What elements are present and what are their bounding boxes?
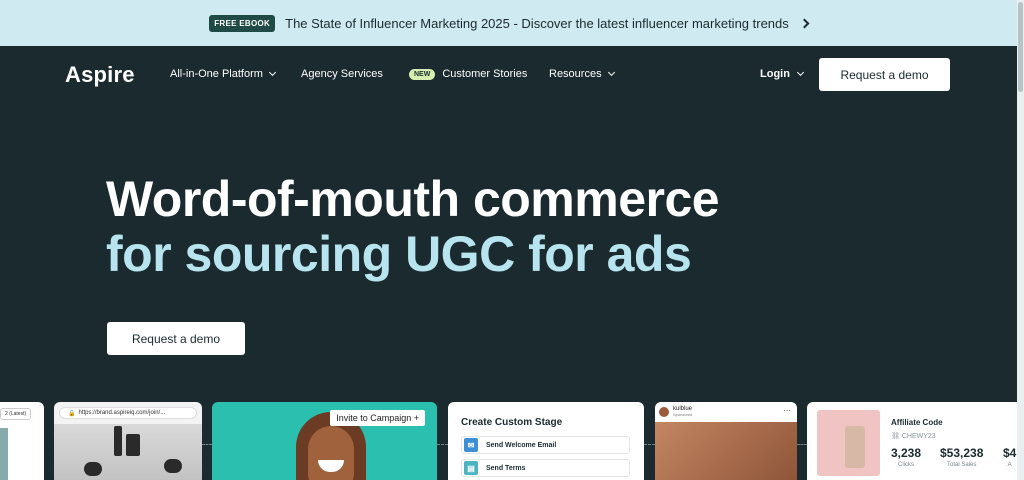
affiliate-title: Affiliate Code <box>891 418 943 427</box>
page-scrollbar[interactable] <box>1017 0 1024 480</box>
chevron-down-icon <box>268 68 276 77</box>
product-image <box>817 410 880 476</box>
url-text: https://brand.aspireiq.com/join/... <box>78 410 166 416</box>
request-demo-button[interactable]: Request a demo <box>819 58 950 91</box>
connector-line <box>797 444 807 445</box>
stage-row-welcome-email: ✉ Send Welcome Email <box>461 436 630 454</box>
nav-agency-services[interactable]: Agency Services <box>301 68 383 80</box>
login-menu[interactable]: Login <box>760 68 804 80</box>
stat-average: $4 A <box>1003 446 1017 468</box>
connector-line <box>202 444 212 445</box>
more-options-icon: ··· <box>783 406 791 415</box>
product-photo <box>54 424 202 480</box>
preview-card-browser: 🔒 https://brand.aspireiq.com/join/... <box>54 402 202 480</box>
stage-row-label: Send Terms <box>486 464 526 472</box>
preview-card-creator: Invite to Campaign + <box>212 402 437 480</box>
top-navigation: Aspire All-in-One Platform Agency Servic… <box>0 46 1017 104</box>
chevron-right-icon <box>799 18 810 28</box>
preview-image <box>0 428 8 480</box>
scrollbar-thumb[interactable] <box>1018 2 1023 92</box>
connector-line <box>644 444 655 445</box>
avatar <box>659 406 669 417</box>
stage-row-send-terms: ▤ Send Terms <box>461 459 630 477</box>
mail-icon: ✉ <box>464 438 478 452</box>
nav-customer-stories[interactable]: NEW Customer Stories <box>409 68 527 80</box>
hero-request-demo-button[interactable]: Request a demo <box>107 322 245 355</box>
stage-row-label: Send Welcome Email <box>486 441 557 449</box>
post-sponsored-label: Sponsored <box>673 412 693 417</box>
login-label: Login <box>760 68 790 80</box>
affiliate-code: ⛓ CHEWY23 <box>891 433 936 440</box>
stat-total-sales: $53,238 Total Sales <box>940 446 984 468</box>
free-ebook-badge: FREE EBOOK <box>209 14 276 32</box>
chevron-down-icon <box>607 68 615 77</box>
nav-item-label: Resources <box>549 68 602 80</box>
nav-item-label: Agency Services <box>301 68 383 80</box>
connector-line <box>437 444 448 445</box>
preview-card-version: 2 (Latest) <box>0 402 44 480</box>
hero-subheadline: for sourcing UGC for ads <box>106 226 692 282</box>
version-select: 2 (Latest) <box>0 408 32 420</box>
invite-to-campaign-button: Invite to Campaign + <box>330 410 425 426</box>
stat-clicks: 3,238 Clicks <box>891 446 922 468</box>
post-image <box>655 422 797 480</box>
preview-card-custom-stage: Create Custom Stage ✉ Send Welcome Email… <box>448 402 644 480</box>
announcement-bar[interactable]: FREE EBOOK The State of Influencer Marke… <box>0 0 1017 46</box>
preview-card-affiliate: Affiliate Code ⛓ CHEWY23 3,238 Clicks $5… <box>807 402 1024 480</box>
document-icon: ▤ <box>464 461 478 475</box>
aspire-logo[interactable]: Aspire <box>65 62 135 88</box>
nav-item-label: All-in-One Platform <box>170 68 263 80</box>
hero-headline: Word-of-mouth commerce <box>106 171 720 227</box>
post-header: kulblue Sponsored <box>659 406 692 417</box>
nav-item-label: Customer Stories <box>442 68 528 80</box>
new-badge: NEW <box>409 68 436 80</box>
nav-resources[interactable]: Resources <box>549 68 615 80</box>
link-icon: ⛓ <box>891 433 900 440</box>
preview-card-social-post: kulblue Sponsored ··· <box>655 402 797 480</box>
nav-all-in-one-platform[interactable]: All-in-One Platform <box>170 68 276 80</box>
stage-title: Create Custom Stage <box>461 417 563 428</box>
lock-icon: 🔒 <box>68 410 76 417</box>
announcement-text[interactable]: The State of Influencer Marketing 2025 -… <box>285 16 789 31</box>
url-bar: 🔒 https://brand.aspireiq.com/join/... <box>59 407 197 419</box>
chevron-down-icon <box>796 68 804 77</box>
